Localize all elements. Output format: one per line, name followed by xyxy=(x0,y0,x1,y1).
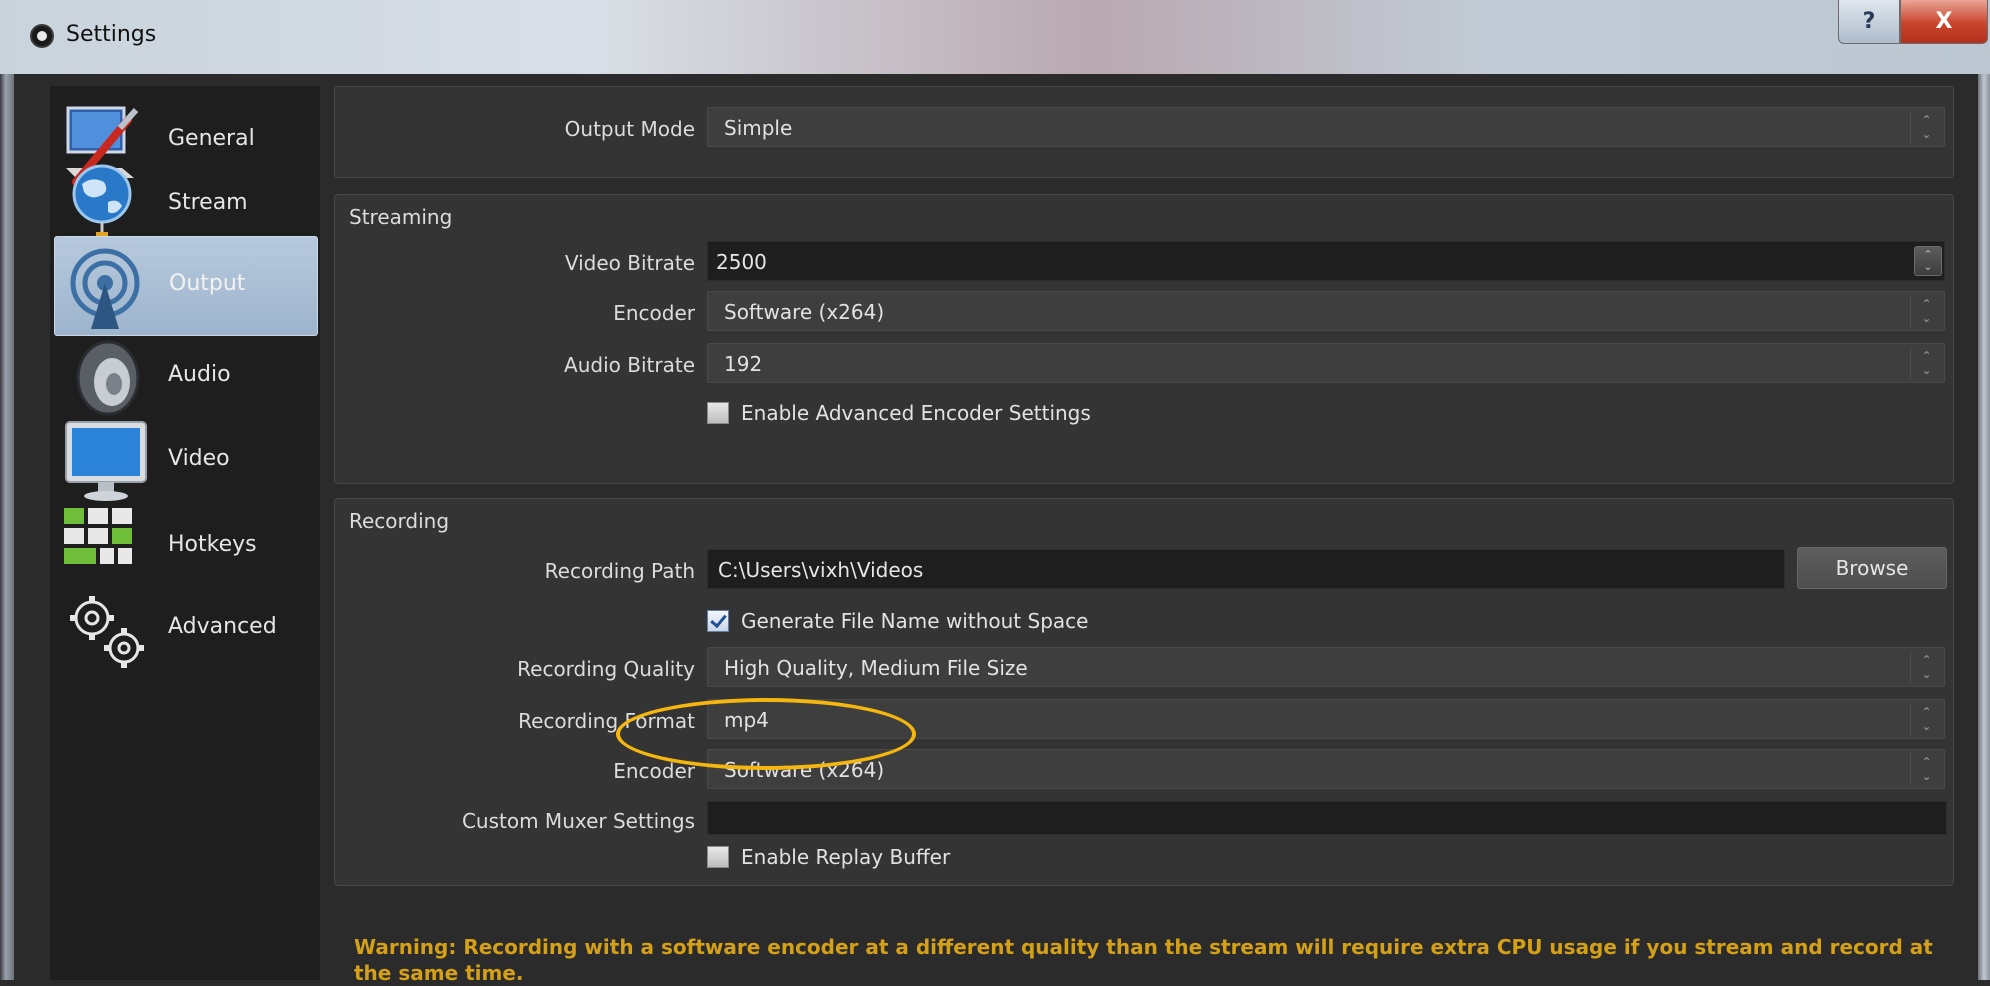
gears-icon xyxy=(62,586,152,676)
stream-encoder-select[interactable]: Software (x264) ⌃ ⌄ xyxy=(707,291,1945,331)
recording-path-value: C:\Users\vixh\Videos xyxy=(718,558,924,582)
video-bitrate-value: 2500 xyxy=(716,250,767,274)
advanced-encoder-checkbox[interactable] xyxy=(707,402,729,424)
replay-buffer-checkbox[interactable] xyxy=(707,846,729,868)
sidebar-item-label: General xyxy=(168,126,255,151)
advanced-encoder-label: Enable Advanced Encoder Settings xyxy=(741,401,1091,425)
obs-logo-icon xyxy=(30,24,54,48)
sidebar-item-label: Audio xyxy=(168,362,231,387)
recording-format-label: Recording Format xyxy=(518,709,695,733)
sidebar-item-video[interactable]: Video xyxy=(54,412,318,512)
recording-quality-value: High Quality, Medium File Size xyxy=(724,656,1028,680)
video-bitrate-label: Video Bitrate xyxy=(564,251,695,275)
custom-muxer-input[interactable] xyxy=(707,801,1947,835)
audio-bitrate-label: Audio Bitrate xyxy=(564,353,695,377)
recording-quality-label: Recording Quality xyxy=(517,657,695,681)
sidebar-item-label: Stream xyxy=(168,190,248,215)
recording-format-select[interactable]: mp4 ⌃ ⌄ xyxy=(707,699,1945,739)
output-mode-select[interactable]: Simple ⌃ ⌄ xyxy=(707,107,1945,147)
output-settings-panel: Output Mode Simple ⌃ ⌄ Streaming Video Bi… xyxy=(334,86,1970,985)
combo-arrows-icon: ⌃ ⌄ xyxy=(1910,752,1942,786)
audio-bitrate-select[interactable]: 192 ⌃ ⌄ xyxy=(707,343,1945,383)
broadcast-icon xyxy=(63,243,153,333)
sidebar-item-label: Advanced xyxy=(168,614,277,639)
window-frame-left xyxy=(0,74,14,980)
combo-arrows-icon: ⌃ ⌄ xyxy=(1910,294,1942,328)
video-bitrate-spinbox[interactable]: 2500 ⌃ ⌄ xyxy=(707,241,1945,281)
window-frame-right xyxy=(1978,74,1990,980)
sidebar-item-label: Hotkeys xyxy=(168,532,257,557)
stream-encoder-label: Encoder xyxy=(613,301,695,325)
combo-arrows-icon: ⌃ ⌄ xyxy=(1910,702,1942,736)
encoder-warning-text: Warning: Recording with a software encod… xyxy=(354,935,1933,985)
recording-encoder-select[interactable]: Software (x264) ⌃ ⌄ xyxy=(707,749,1945,789)
recording-format-value: mp4 xyxy=(724,708,769,732)
recording-path-label: Recording Path xyxy=(544,559,695,583)
combo-arrows-icon: ⌃ ⌄ xyxy=(1910,650,1942,684)
recording-encoder-label: Encoder xyxy=(613,759,695,783)
monitor-icon xyxy=(62,418,152,508)
recording-path-input[interactable]: C:\Users\vixh\Videos xyxy=(707,549,1785,589)
output-mode-label: Output Mode xyxy=(564,117,695,141)
recording-group: Recording Recording Path C:\Users\vixh\V… xyxy=(334,498,1954,886)
recording-group-title: Recording xyxy=(349,509,450,533)
sidebar-item-advanced[interactable]: Advanced xyxy=(54,580,318,680)
speaker-icon xyxy=(62,334,152,424)
streaming-group: Streaming Video Bitrate 2500 ⌃ ⌄ Encoder … xyxy=(334,194,1954,484)
help-button[interactable]: ? xyxy=(1838,0,1900,44)
browse-button[interactable]: Browse xyxy=(1797,547,1947,589)
audio-bitrate-value: 192 xyxy=(724,352,763,376)
output-mode-box: Output Mode Simple ⌃ ⌄ xyxy=(334,86,1954,178)
no-space-checkbox[interactable] xyxy=(707,610,729,632)
title-bar: Settings ? X xyxy=(0,0,1990,74)
settings-sidebar: General Stream Output Audio Video Hotkey… xyxy=(50,86,320,980)
recording-quality-select[interactable]: High Quality, Medium File Size ⌃ ⌄ xyxy=(707,647,1945,687)
spin-arrows-icon[interactable]: ⌃ ⌄ xyxy=(1914,246,1942,276)
sidebar-item-output[interactable]: Output xyxy=(54,236,318,336)
replay-buffer-label: Enable Replay Buffer xyxy=(741,845,951,869)
sidebar-item-label: Video xyxy=(168,446,230,471)
close-button[interactable]: X xyxy=(1900,0,1988,44)
custom-muxer-label: Custom Muxer Settings xyxy=(461,809,695,833)
stream-encoder-value: Software (x264) xyxy=(724,300,885,324)
output-mode-value: Simple xyxy=(724,116,793,140)
window-title: Settings xyxy=(66,22,157,47)
sidebar-item-label: Output xyxy=(169,271,246,296)
recording-encoder-value: Software (x264) xyxy=(724,758,885,782)
streaming-group-title: Streaming xyxy=(349,205,453,229)
no-space-label: Generate File Name without Space xyxy=(741,609,1089,633)
combo-arrows-icon: ⌃ ⌄ xyxy=(1910,110,1942,144)
combo-arrows-icon: ⌃ ⌄ xyxy=(1910,346,1942,380)
